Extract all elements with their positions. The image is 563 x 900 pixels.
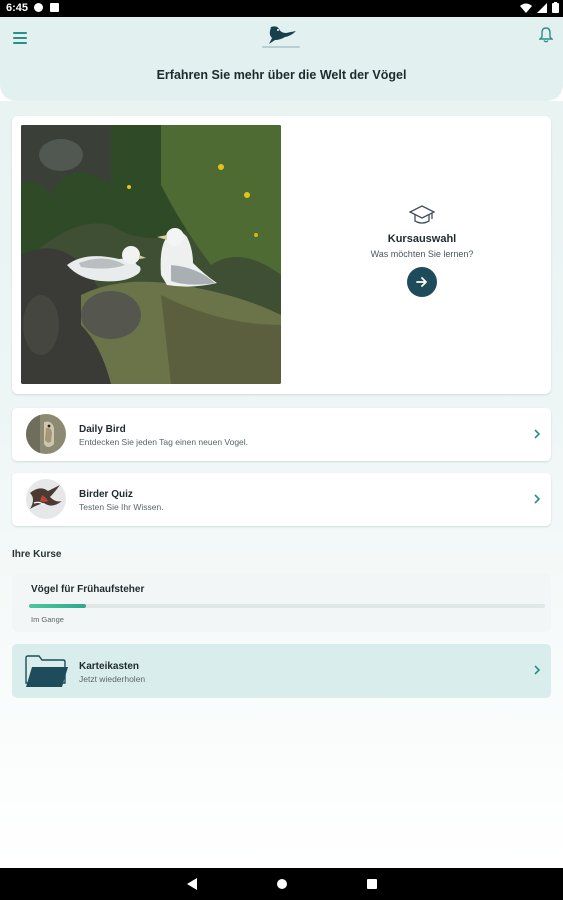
flashcards-subtitle: Jetzt wiederholen <box>79 674 146 684</box>
course-progress-bar <box>29 604 545 608</box>
battery-icon <box>552 2 559 13</box>
recents-icon[interactable] <box>366 877 378 891</box>
daily-bird-card[interactable]: Daily Bird Entdecken Sie jeden Tag einen… <box>12 408 551 461</box>
daily-bird-avatar <box>26 414 66 454</box>
course-selection-card: Kursauswahl Was möchten Sie lernen? <box>12 116 551 394</box>
folder-icon <box>25 655 68 687</box>
app-logo <box>262 26 300 48</box>
your-courses-heading: Ihre Kurse <box>12 549 62 560</box>
status-indicators <box>520 2 559 13</box>
back-icon[interactable] <box>186 877 198 891</box>
course-status: Im Gange <box>31 615 64 624</box>
home-icon[interactable] <box>276 877 288 891</box>
flashcards-card[interactable]: Karteikasten Jetzt wiederholen <box>12 644 551 698</box>
system-navigation-bar <box>0 868 563 900</box>
app-header: Erfahren Sie mehr über die Welt der Vöge… <box>0 17 563 101</box>
flashcards-title: Karteikasten <box>79 661 140 672</box>
signal-icon <box>537 2 547 13</box>
course-selection-cta: Kursauswahl Was möchten Sie lernen? <box>302 204 542 297</box>
course-title: Vögel für Frühaufsteher <box>31 584 145 595</box>
chevron-right-icon <box>534 494 541 504</box>
notification-app-icon <box>34 3 43 12</box>
daily-bird-title: Daily Bird <box>79 424 126 435</box>
status-time: 6:45 <box>6 2 29 14</box>
chevron-right-icon <box>534 665 541 675</box>
status-bar: 6:45 <box>0 0 563 17</box>
notification-bell-icon[interactable] <box>539 27 553 43</box>
notification-app-icon <box>50 3 59 12</box>
birder-quiz-avatar <box>26 479 66 519</box>
birder-quiz-card[interactable]: Birder Quiz Testen Sie Ihr Wissen. <box>12 473 551 526</box>
menu-icon[interactable] <box>13 32 27 44</box>
chevron-right-icon <box>534 429 541 439</box>
page-title: Erfahren Sie mehr über die Welt der Vöge… <box>156 68 407 82</box>
fulmar-photo <box>21 125 281 384</box>
daily-bird-subtitle: Entdecken Sie jeden Tag einen neuen Voge… <box>79 437 249 447</box>
course-progress-fill <box>29 604 86 608</box>
course-progress-card[interactable]: Vögel für Frühaufsteher Im Gange <box>12 574 551 632</box>
course-selection-button[interactable] <box>407 267 437 297</box>
course-selection-title: Kursauswahl <box>387 233 457 245</box>
arrow-right-icon <box>416 277 427 287</box>
course-selection-subtitle: Was möchten Sie lernen? <box>370 249 474 259</box>
birder-quiz-subtitle: Testen Sie Ihr Wissen. <box>79 502 164 512</box>
wifi-icon <box>520 3 532 13</box>
birder-quiz-title: Birder Quiz <box>79 489 133 500</box>
graduation-cap-icon <box>409 205 435 224</box>
